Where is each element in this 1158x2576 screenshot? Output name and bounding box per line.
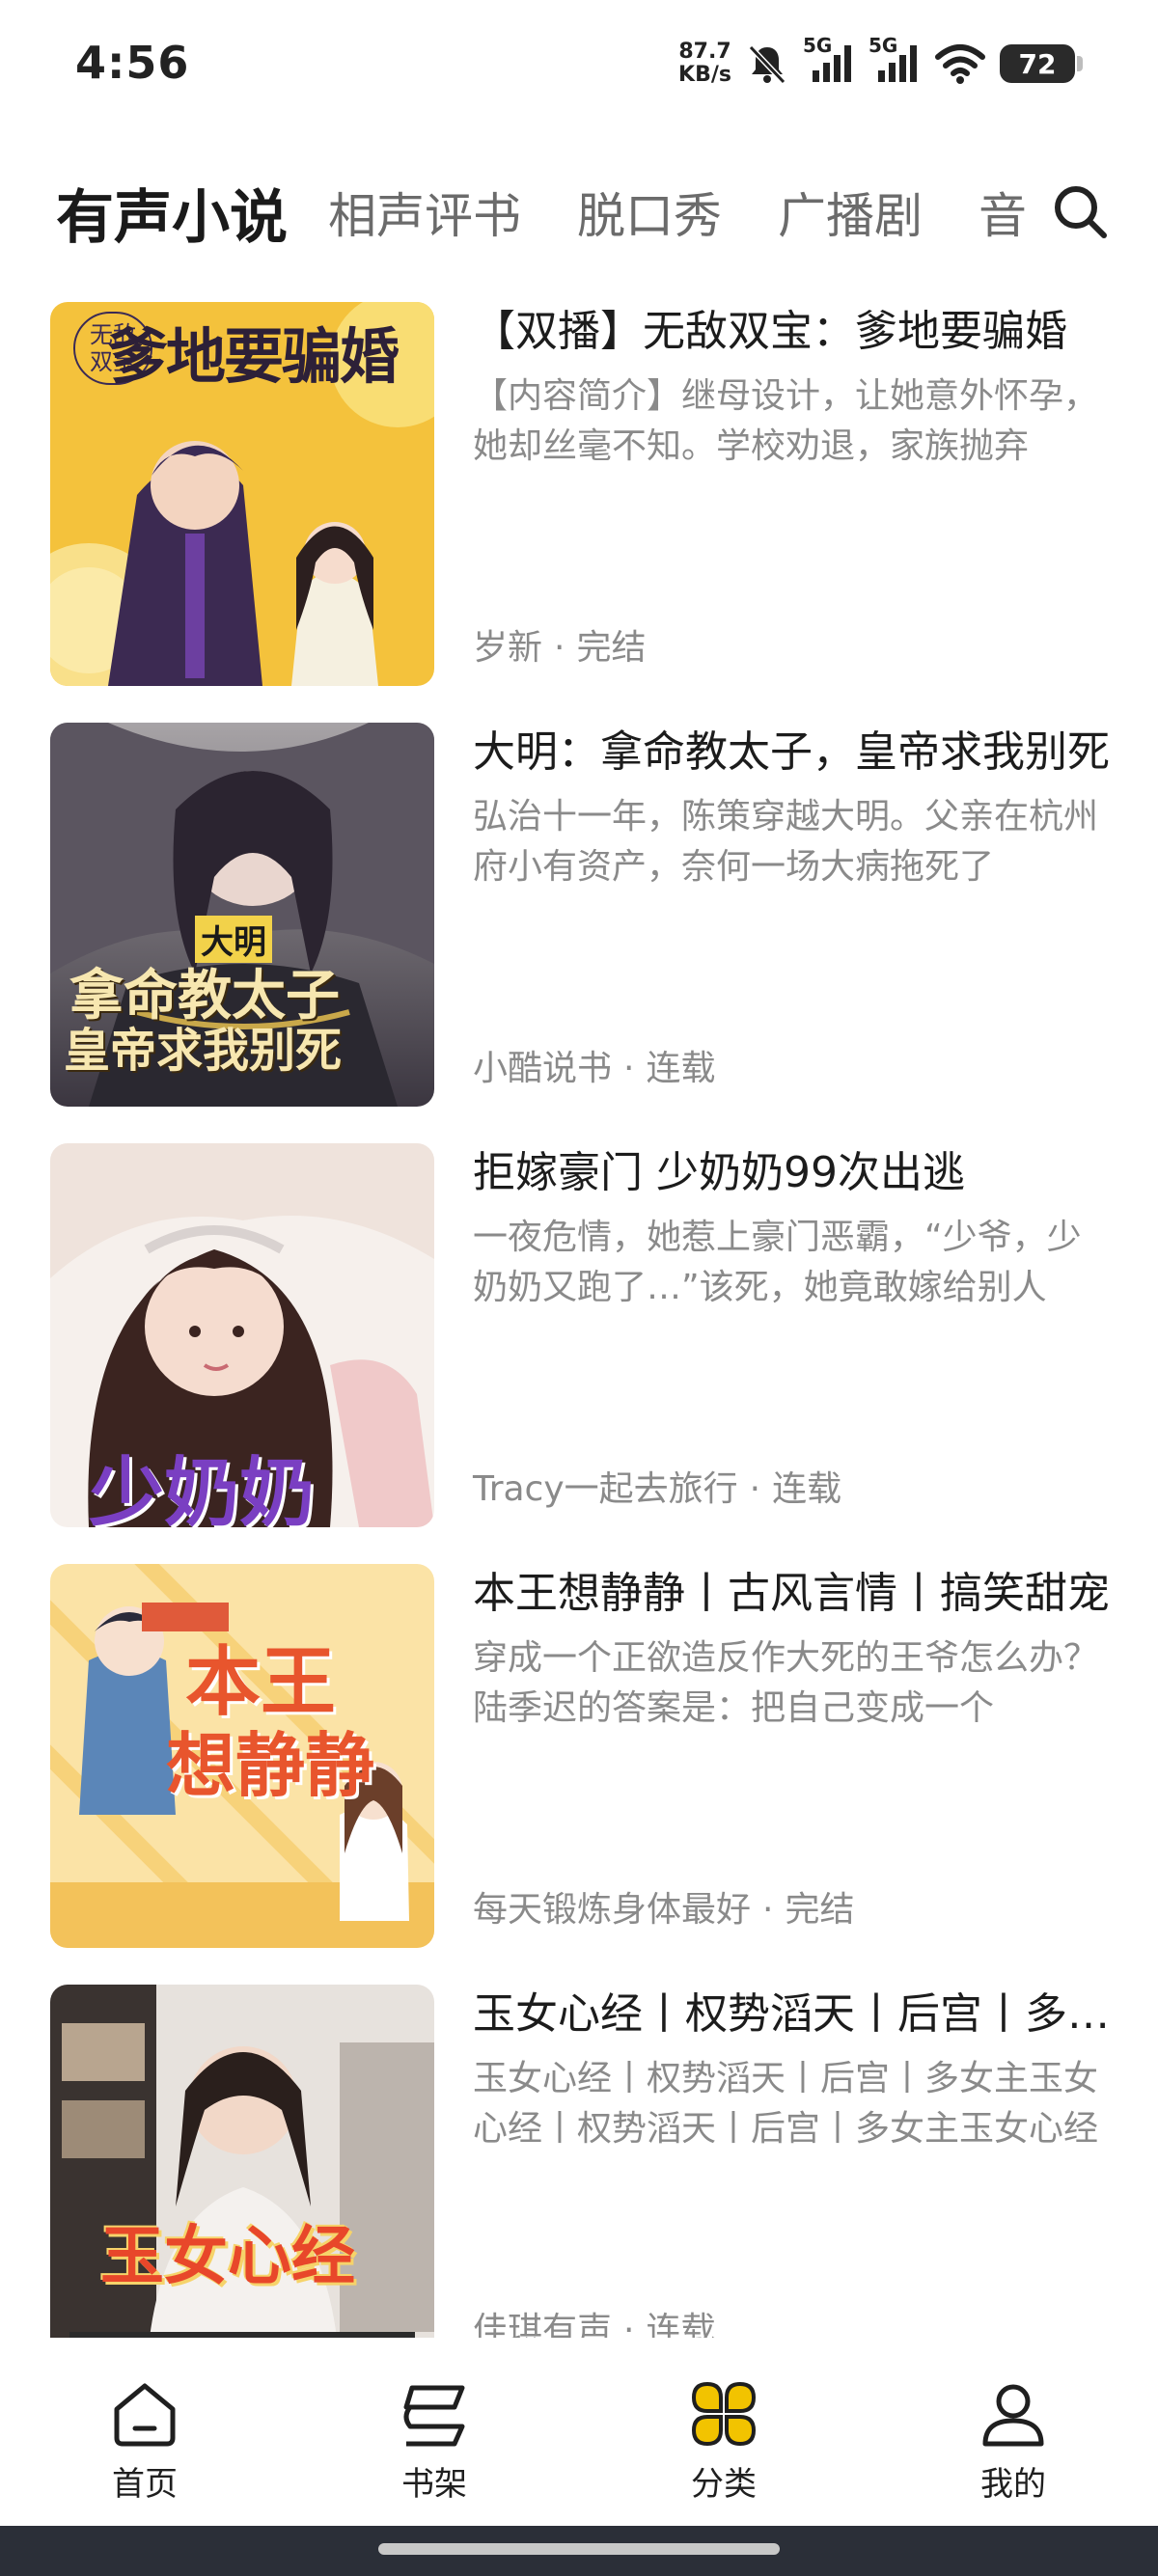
nav-home[interactable]: 首页 bbox=[68, 2378, 222, 2505]
nav-home-label: 首页 bbox=[112, 2465, 178, 2504]
signal-label: 5G bbox=[803, 34, 833, 57]
meta-separator: · bbox=[749, 1469, 761, 1509]
book-author: 每天锻炼身体最好 bbox=[473, 1890, 752, 1930]
book-cover: 大明 拿命教太子 皇帝求我别死 bbox=[50, 723, 434, 1107]
list-item[interactable]: 无敌双宝 爹地要骗婚 【双播】无敌双宝：爹地要骗婚 【内容简介】继母设计，让她意… bbox=[0, 302, 1158, 688]
nav-profile[interactable]: 我的 bbox=[936, 2378, 1090, 2505]
book-author: 佳琪有声 bbox=[473, 2311, 613, 2338]
book-meta: 小酷说书 · 连载 bbox=[473, 1045, 715, 1093]
network-speed-value: 87.7 bbox=[678, 40, 731, 64]
profile-icon bbox=[982, 2384, 1044, 2447]
battery-cap bbox=[1077, 56, 1083, 71]
book-status: 完结 bbox=[785, 1890, 855, 1930]
book-author: 岁新 bbox=[473, 628, 543, 668]
book-title: 本王想静静丨古风言情丨搞笑甜宠 bbox=[473, 1569, 1110, 1618]
book-cover: 本王 想静静 bbox=[50, 1564, 434, 1948]
book-meta: 岁新 · 完结 bbox=[473, 624, 646, 672]
search-icon bbox=[1055, 186, 1107, 238]
status-bar: 4:56 87.7 KB/s 5G 5G 72 bbox=[0, 0, 1158, 135]
book-title: 大明：拿命教太子，皇帝求我别死 bbox=[473, 727, 1110, 777]
battery-level: 72 bbox=[1000, 44, 1075, 83]
cover-title: 爹地要骗婚 bbox=[108, 321, 400, 392]
nav-profile-label: 我的 bbox=[980, 2465, 1046, 2504]
category-tabs: 有声小说 相声评书 脱口秀 广播剧 音 bbox=[0, 164, 1158, 260]
signal-5g-icon: 5G bbox=[868, 34, 921, 86]
nav-bookshelf[interactable]: 书架 bbox=[357, 2378, 511, 2505]
mute-bell-icon bbox=[745, 41, 789, 86]
book-cover: 玉女心经 bbox=[50, 1985, 434, 2338]
status-time: 4:56 bbox=[75, 37, 190, 89]
meta-separator: · bbox=[554, 628, 565, 668]
book-status: 完结 bbox=[576, 628, 647, 668]
battery-icon: 72 bbox=[1000, 44, 1083, 83]
book-title: 拒嫁豪门 少奶奶99次出逃 bbox=[473, 1148, 965, 1197]
book-description: 穿成一个正欲造反作大死的王爷怎么办？陆季迟的答案是：把自己变成一个 bbox=[473, 1638, 1099, 1728]
gesture-handle[interactable] bbox=[378, 2543, 780, 2555]
nav-category[interactable]: 分类 bbox=[647, 2378, 801, 2505]
wifi-icon bbox=[934, 41, 986, 86]
nav-bookshelf-label: 书架 bbox=[401, 2465, 467, 2504]
list-item[interactable]: 大明 拿命教太子 皇帝求我别死 大明：拿命教太子，皇帝求我别死 弘治十一年，陈策… bbox=[0, 723, 1158, 1109]
status-icons: 87.7 KB/s 5G 5G 72 bbox=[678, 34, 1083, 93]
signal-5g-icon: 5G bbox=[803, 34, 855, 86]
book-description: 玉女心经丨权势滔天丨后宫丨多女主玉女心经丨权势滔天丨后宫丨多女主玉女心经 bbox=[473, 2059, 1099, 2149]
search-button[interactable] bbox=[1050, 181, 1112, 243]
bottom-navigation: 首页 书架 分类 我的 bbox=[0, 2338, 1158, 2526]
book-status: 连载 bbox=[646, 2311, 716, 2338]
book-title: 【双播】无敌双宝：爹地要骗婚 bbox=[473, 307, 1067, 356]
bookshelf-icon bbox=[403, 2385, 465, 2447]
category-icon bbox=[691, 2381, 757, 2447]
book-meta: 每天锻炼身体最好 · 完结 bbox=[473, 1886, 854, 1934]
book-title: 玉女心经丨权势滔天丨后宫丨多女主 bbox=[473, 1989, 1110, 2039]
book-cover: 少奶奶 bbox=[50, 1143, 434, 1527]
cover-title-line-2: 皇帝求我别死 bbox=[64, 1024, 343, 1078]
cover-title: 玉女心经 bbox=[100, 2219, 355, 2293]
list-item[interactable]: 本王 想静静 本王想静静丨古风言情丨搞笑甜宠 穿成一个正欲造反作大死的王爷怎么办… bbox=[0, 1564, 1158, 1950]
nav-category-label: 分类 bbox=[691, 2465, 757, 2504]
tab-crosstalk[interactable]: 相声评书 bbox=[328, 164, 521, 260]
list-item[interactable]: 少奶奶 拒嫁豪门 少奶奶99次出逃 一夜危情，她惹上豪门恶霸，“少爷，少奶奶又跑… bbox=[0, 1143, 1158, 1529]
meta-separator: · bbox=[623, 2311, 635, 2338]
book-author: Tracy一起去旅行 bbox=[473, 1469, 738, 1509]
signal-label: 5G bbox=[868, 34, 898, 57]
home-icon bbox=[114, 2383, 176, 2447]
meta-separator: · bbox=[623, 1049, 635, 1088]
book-meta: Tracy一起去旅行 · 连载 bbox=[473, 1466, 841, 1514]
network-speed: 87.7 KB/s bbox=[678, 41, 731, 87]
audiobook-list: 无敌双宝 爹地要骗婚 【双播】无敌双宝：爹地要骗婚 【内容简介】继母设计，让她意… bbox=[0, 302, 1158, 2338]
book-status: 连载 bbox=[772, 1469, 842, 1509]
cover-title-line-2: 想静静 bbox=[166, 1725, 375, 1806]
tab-talk-show[interactable]: 脱口秀 bbox=[577, 164, 722, 260]
list-item[interactable]: 玉女心经 玉女心经丨权势滔天丨后宫丨多女主 玉女心经丨权势滔天丨后宫丨多女主玉女… bbox=[0, 1985, 1158, 2338]
book-description: 【内容简介】继母设计，让她意外怀孕，她却丝毫不知。学校劝退，家族抛弃 bbox=[473, 376, 1099, 466]
book-status: 连载 bbox=[646, 1049, 716, 1088]
tab-radio-drama[interactable]: 广播剧 bbox=[778, 164, 923, 260]
meta-separator: · bbox=[762, 1890, 774, 1930]
book-meta: 佳琪有声 · 连载 bbox=[473, 2307, 715, 2338]
book-author: 小酷说书 bbox=[473, 1049, 613, 1088]
book-cover: 无敌双宝 爹地要骗婚 bbox=[50, 302, 434, 686]
book-description: 弘治十一年，陈策穿越大明。父亲在杭州府小有资产，奈何一场大病拖死了 bbox=[473, 797, 1099, 887]
tab-music[interactable]: 音 bbox=[979, 164, 1027, 260]
cover-title: 少奶奶 bbox=[89, 1450, 316, 1527]
system-gesture-bar bbox=[0, 2526, 1158, 2576]
network-speed-unit: KB/s bbox=[678, 63, 731, 87]
tab-audio-novel[interactable]: 有声小说 bbox=[56, 164, 288, 260]
book-description: 一夜危情，她惹上豪门恶霸，“少爷，少奶奶又跑了…”该死，她竟敢嫁给别人 bbox=[473, 1218, 1082, 1307]
